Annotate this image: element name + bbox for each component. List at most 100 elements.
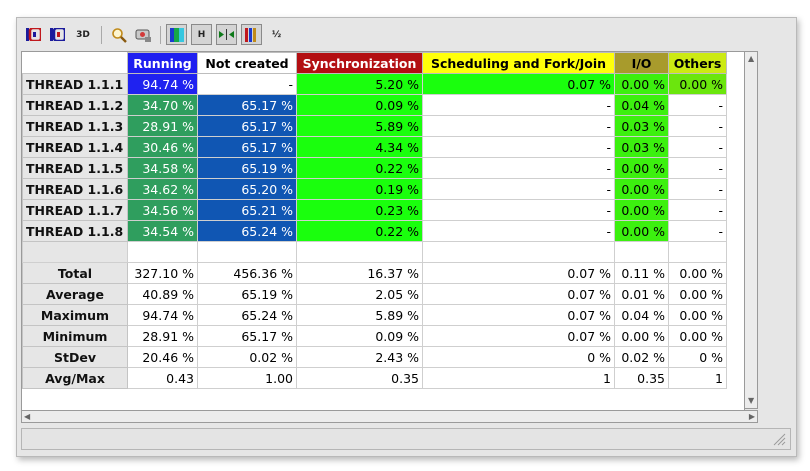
cell-others[interactable]: 1	[668, 367, 727, 389]
cell-notcreated[interactable]: 65.17 %	[197, 325, 297, 347]
cell-sync[interactable]: 0.09 %	[296, 325, 423, 347]
cell-others[interactable]: 0.00 %	[668, 73, 727, 95]
cell-io[interactable]: 0.03 %	[614, 115, 669, 137]
cell-running[interactable]: 34.62 %	[127, 178, 198, 200]
gradient-color-icon[interactable]	[166, 24, 187, 45]
thread-name[interactable]: THREAD 1.1.7	[22, 199, 128, 221]
cell-io[interactable]: 0.00 %	[614, 199, 669, 221]
column-header-io[interactable]: I/O	[614, 52, 669, 74]
cell-sched[interactable]: 0.07 %	[422, 73, 615, 95]
cell-notcreated[interactable]: 65.24 %	[197, 220, 297, 242]
cell-sched[interactable]: 0.07 %	[422, 262, 615, 284]
horizontal-icon[interactable]: H	[191, 24, 212, 45]
cell-running[interactable]: 34.56 %	[127, 199, 198, 221]
cell-notcreated[interactable]: 65.17 %	[197, 136, 297, 158]
cell-sync[interactable]: 0.22 %	[296, 157, 423, 179]
cell-others[interactable]: -	[668, 115, 727, 137]
thread-name[interactable]: THREAD 1.1.3	[22, 115, 128, 137]
cell-notcreated[interactable]: 65.21 %	[197, 199, 297, 221]
cell-sync[interactable]: 5.20 %	[296, 73, 423, 95]
cell-sync[interactable]: 0.09 %	[296, 94, 423, 116]
cell-others[interactable]: -	[668, 136, 727, 158]
cell-notcreated[interactable]: 65.19 %	[197, 157, 297, 179]
color-view-icon[interactable]	[23, 24, 44, 45]
zoom-icon[interactable]	[108, 24, 129, 45]
cell-running[interactable]: 40.89 %	[127, 283, 198, 305]
cell-notcreated[interactable]: 65.17 %	[197, 115, 297, 137]
cell-notcreated[interactable]: 65.20 %	[197, 178, 297, 200]
cell-sync[interactable]: 0.23 %	[296, 199, 423, 221]
cell-notcreated[interactable]: 65.24 %	[197, 304, 297, 326]
cell-others[interactable]: -	[668, 220, 727, 242]
stat-name[interactable]: Average	[22, 283, 128, 305]
cell-sched[interactable]: -	[422, 115, 615, 137]
cell-io[interactable]: 0.00 %	[614, 325, 669, 347]
cell-sched[interactable]: 0 %	[422, 346, 615, 368]
arrows-icon[interactable]	[216, 24, 237, 45]
columns-icon[interactable]	[241, 24, 262, 45]
thread-name[interactable]: THREAD 1.1.1	[22, 73, 128, 95]
thread-name[interactable]: THREAD 1.1.6	[22, 178, 128, 200]
cell-running[interactable]: 20.46 %	[127, 346, 198, 368]
cell-notcreated[interactable]: 65.19 %	[197, 283, 297, 305]
cell-sched[interactable]: -	[422, 199, 615, 221]
stat-name[interactable]: StDev	[22, 346, 128, 368]
cell-sync[interactable]: 0.22 %	[296, 220, 423, 242]
cell-sched[interactable]: 0.07 %	[422, 283, 615, 305]
cell-sync[interactable]: 5.89 %	[296, 304, 423, 326]
column-header-not-created[interactable]: Not created	[197, 52, 297, 74]
stat-name[interactable]: Avg/Max	[22, 367, 128, 389]
scroll-left-icon[interactable]: ◀	[24, 412, 30, 422]
cell-io[interactable]: 0.11 %	[614, 262, 669, 284]
scroll-right-icon[interactable]: ▶	[749, 412, 755, 422]
cell-io[interactable]: 0.01 %	[614, 283, 669, 305]
cell-io[interactable]: 0.35	[614, 367, 669, 389]
cell-io[interactable]: 0.00 %	[614, 220, 669, 242]
cell-others[interactable]: 0 %	[668, 346, 727, 368]
cell-running[interactable]: 34.58 %	[127, 157, 198, 179]
settings-icon[interactable]	[133, 24, 154, 45]
cell-sync[interactable]: 4.34 %	[296, 136, 423, 158]
thread-name[interactable]: THREAD 1.1.5	[22, 157, 128, 179]
cell-sync[interactable]: 0.19 %	[296, 178, 423, 200]
cell-others[interactable]: -	[668, 178, 727, 200]
cell-io[interactable]: 0.04 %	[614, 304, 669, 326]
cell-io[interactable]: 0.02 %	[614, 346, 669, 368]
column-header-others[interactable]: Others	[668, 52, 727, 74]
cell-io[interactable]: 0.03 %	[614, 136, 669, 158]
thread-name[interactable]: THREAD 1.1.8	[22, 220, 128, 242]
id-view-icon[interactable]	[47, 24, 68, 45]
3d-view-icon[interactable]: 3D	[71, 24, 95, 45]
cell-running[interactable]: 30.46 %	[127, 136, 198, 158]
cell-sched[interactable]: -	[422, 220, 615, 242]
cell-sync[interactable]: 2.43 %	[296, 346, 423, 368]
thread-name[interactable]: THREAD 1.1.2	[22, 94, 128, 116]
stat-name[interactable]: Maximum	[22, 304, 128, 326]
cell-running[interactable]: 94.74 %	[127, 73, 198, 95]
cell-io[interactable]: 0.00 %	[614, 157, 669, 179]
resize-grip-icon[interactable]	[772, 432, 786, 446]
scroll-up-icon[interactable]: ▲	[748, 54, 754, 64]
cell-others[interactable]: -	[668, 157, 727, 179]
stat-name[interactable]: Minimum	[22, 325, 128, 347]
cell-sync[interactable]: 16.37 %	[296, 262, 423, 284]
vertical-scrollbar[interactable]: ▲ ▼	[744, 51, 758, 409]
cell-sched[interactable]: -	[422, 157, 615, 179]
cell-sched[interactable]: -	[422, 178, 615, 200]
cell-sched[interactable]: 0.07 %	[422, 325, 615, 347]
thread-name[interactable]: THREAD 1.1.4	[22, 136, 128, 158]
stat-name[interactable]: Total	[22, 262, 128, 284]
fraction-icon[interactable]: ½	[266, 24, 287, 45]
cell-others[interactable]: -	[668, 94, 727, 116]
cell-sync[interactable]: 0.35	[296, 367, 423, 389]
cell-sched[interactable]: -	[422, 136, 615, 158]
cell-sched[interactable]: 1	[422, 367, 615, 389]
cell-io[interactable]: 0.00 %	[614, 178, 669, 200]
cell-io[interactable]: 0.04 %	[614, 94, 669, 116]
cell-sync[interactable]: 5.89 %	[296, 115, 423, 137]
cell-running[interactable]: 34.70 %	[127, 94, 198, 116]
cell-sched[interactable]: -	[422, 94, 615, 116]
cell-sched[interactable]: 0.07 %	[422, 304, 615, 326]
cell-notcreated[interactable]: 0.02 %	[197, 346, 297, 368]
cell-running[interactable]: 28.91 %	[127, 115, 198, 137]
